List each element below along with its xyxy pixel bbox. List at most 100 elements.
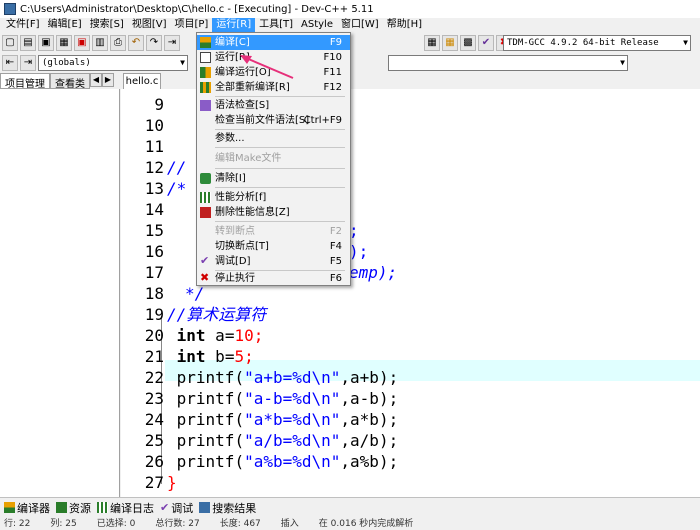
menu-item-accel: F11 [323,67,342,78]
menu-item-label: 删除性能信息[Z] [215,207,290,218]
line-number: 27 [144,473,164,492]
tab-label: 资源 [69,501,91,515]
menu-project[interactable]: 项目[P] [171,18,213,32]
menu-separator [215,147,345,148]
goto-icon[interactable]: ⇤ [2,55,18,71]
delete-profile-icon [200,207,211,218]
menu-tools[interactable]: 工具[T] [255,18,297,32]
project-panel[interactable] [0,89,120,497]
member-select[interactable]: ▼ [388,55,628,71]
menu-help[interactable]: 帮助[H] [383,18,426,32]
menu-item-toggle-breakpoint[interactable]: 切换断点[T] F4 [197,239,350,254]
check-icon[interactable]: ✔ [478,35,494,51]
function-call: printf( [176,431,245,450]
close-all-icon[interactable]: ▥ [92,35,108,51]
status-total-lines: 总行数: 27 [155,519,200,529]
line-number: 12 [144,158,164,177]
tab-resources[interactable]: 资源 [56,500,91,516]
redo-icon[interactable]: ↷ [146,35,162,51]
string-literal: "a+b=%d\n" [244,368,341,387]
menu-astyle[interactable]: AStyle [297,18,337,32]
code-line-12: // [167,158,187,177]
tab-project[interactable]: 项目管理 [0,73,50,90]
function-call: printf( [176,389,245,408]
function-call: printf( [176,452,245,471]
menu-item-accel: Ctrl+F9 [303,115,342,126]
status-insert-mode: 插入 [280,519,299,529]
grid-icon[interactable]: ▦ [424,35,440,51]
code-line-27: } [167,473,177,492]
menu-view[interactable]: 视图[V] [128,18,171,32]
menu-item-label: 编辑Make文件 [215,153,282,164]
menu-item-clean[interactable]: 清除[I] [197,171,350,186]
line-number: 24 [144,410,164,429]
line-number: 15 [144,221,164,240]
menu-item-accel: F9 [329,37,342,48]
menu-item-profile[interactable]: 性能分析[f] [197,190,350,205]
menu-item-label: 转到断点 [215,226,255,237]
keyword-int: int [176,347,206,366]
title-bar: C:\Users\Administrator\Desktop\C\hello.c… [0,0,700,18]
search-results-icon [199,502,211,513]
print-icon[interactable]: ⎙ [110,35,126,51]
code-text: b= [205,347,235,366]
status-line: 行: 22 [4,519,31,529]
new-file-icon[interactable]: ▢ [2,35,18,51]
file-tab-hello[interactable]: hello.c [123,73,161,89]
tab-search-results[interactable]: 搜索结果 [199,500,256,516]
compiler-icon [4,502,15,513]
compile-run-tb-icon[interactable]: ▦ [442,35,458,51]
code-text: ,a%b); [340,452,399,471]
status-bar: 行: 22 列: 25 已选择: 0 总行数: 27 长度: 467 插入 在 … [0,518,700,530]
menu-search[interactable]: 搜索[S] [86,18,128,32]
tab-scroll-right-icon[interactable]: ▶ [102,73,114,87]
close-file-icon[interactable]: ▣ [74,35,90,51]
tab-classes[interactable]: 查看类 [50,73,90,90]
line-number: 14 [144,200,164,219]
menu-window[interactable]: 窗口[W] [337,18,383,32]
indent-icon[interactable]: ⇥ [164,35,180,51]
menu-item-compile[interactable]: 编译[C] F9 [197,35,350,50]
menu-separator [215,129,345,130]
undo-icon[interactable]: ↶ [128,35,144,51]
menu-item-stop[interactable]: ✖ 停止执行 F6 [197,271,350,286]
code-line-21: int b=5; [167,346,254,367]
annotation-arrow-icon [240,55,294,79]
left-panel-tabs: 项目管理 查看类 ◀ ▶ [0,73,120,90]
menu-item-syntax-check[interactable]: 语法检查[S] [197,98,350,113]
code-line-19: //算术运算符 [167,305,267,324]
chevron-down-icon: ▼ [683,38,688,47]
menu-item-parameters[interactable]: 参数... [197,131,350,146]
menu-item-goto-breakpoint: 转到断点 F2 [197,224,350,239]
code-line-17-tail: emp); [349,263,398,282]
scope-select-value: (globals) [42,58,91,68]
tab-debug[interactable]: ✔ 调试 [160,500,193,516]
code-text: a= [205,326,235,345]
menu-item-debug[interactable]: ✔ 调试[D] F5 [197,254,350,269]
menu-item-check-file-syntax[interactable]: 检查当前文件语法[S] Ctrl+F9 [197,113,350,128]
code-line-16-tail: ); [349,242,369,261]
save-icon[interactable]: ▣ [38,35,54,51]
rebuild-icon [200,82,211,93]
rebuild-tb-icon[interactable]: ▩ [460,35,476,51]
code-line-18: */ [185,284,205,303]
menu-edit[interactable]: 编辑[E] [44,18,86,32]
menu-run[interactable]: 运行[R] [212,18,256,32]
window-title: C:\Users\Administrator\Desktop\C\hello.c… [20,3,374,15]
compiler-select[interactable]: TDM-GCC 4.9.2 64-bit Release ▼ [503,35,691,51]
menu-item-delete-profile[interactable]: 删除性能信息[Z] [197,205,350,220]
tab-compile-log[interactable]: 编译日志 [97,500,154,516]
line-number: 22 [144,368,164,387]
number-literal: 5 [234,347,245,366]
keyword-int: int [176,326,206,345]
menu-item-rebuild-all[interactable]: 全部重新编译[R] F12 [197,80,350,95]
open-file-icon[interactable]: ▤ [20,35,36,51]
syntax-icon [200,100,211,111]
debug-icon: ✔ [200,254,210,267]
bookmark-icon[interactable]: ⇥ [20,55,36,71]
save-all-icon[interactable]: ▦ [56,35,72,51]
tab-compiler[interactable]: 编译器 [4,500,50,516]
scope-select[interactable]: (globals) ▼ [38,55,188,71]
tab-scroll-left-icon[interactable]: ◀ [90,73,102,87]
menu-file[interactable]: 文件[F] [2,18,44,32]
